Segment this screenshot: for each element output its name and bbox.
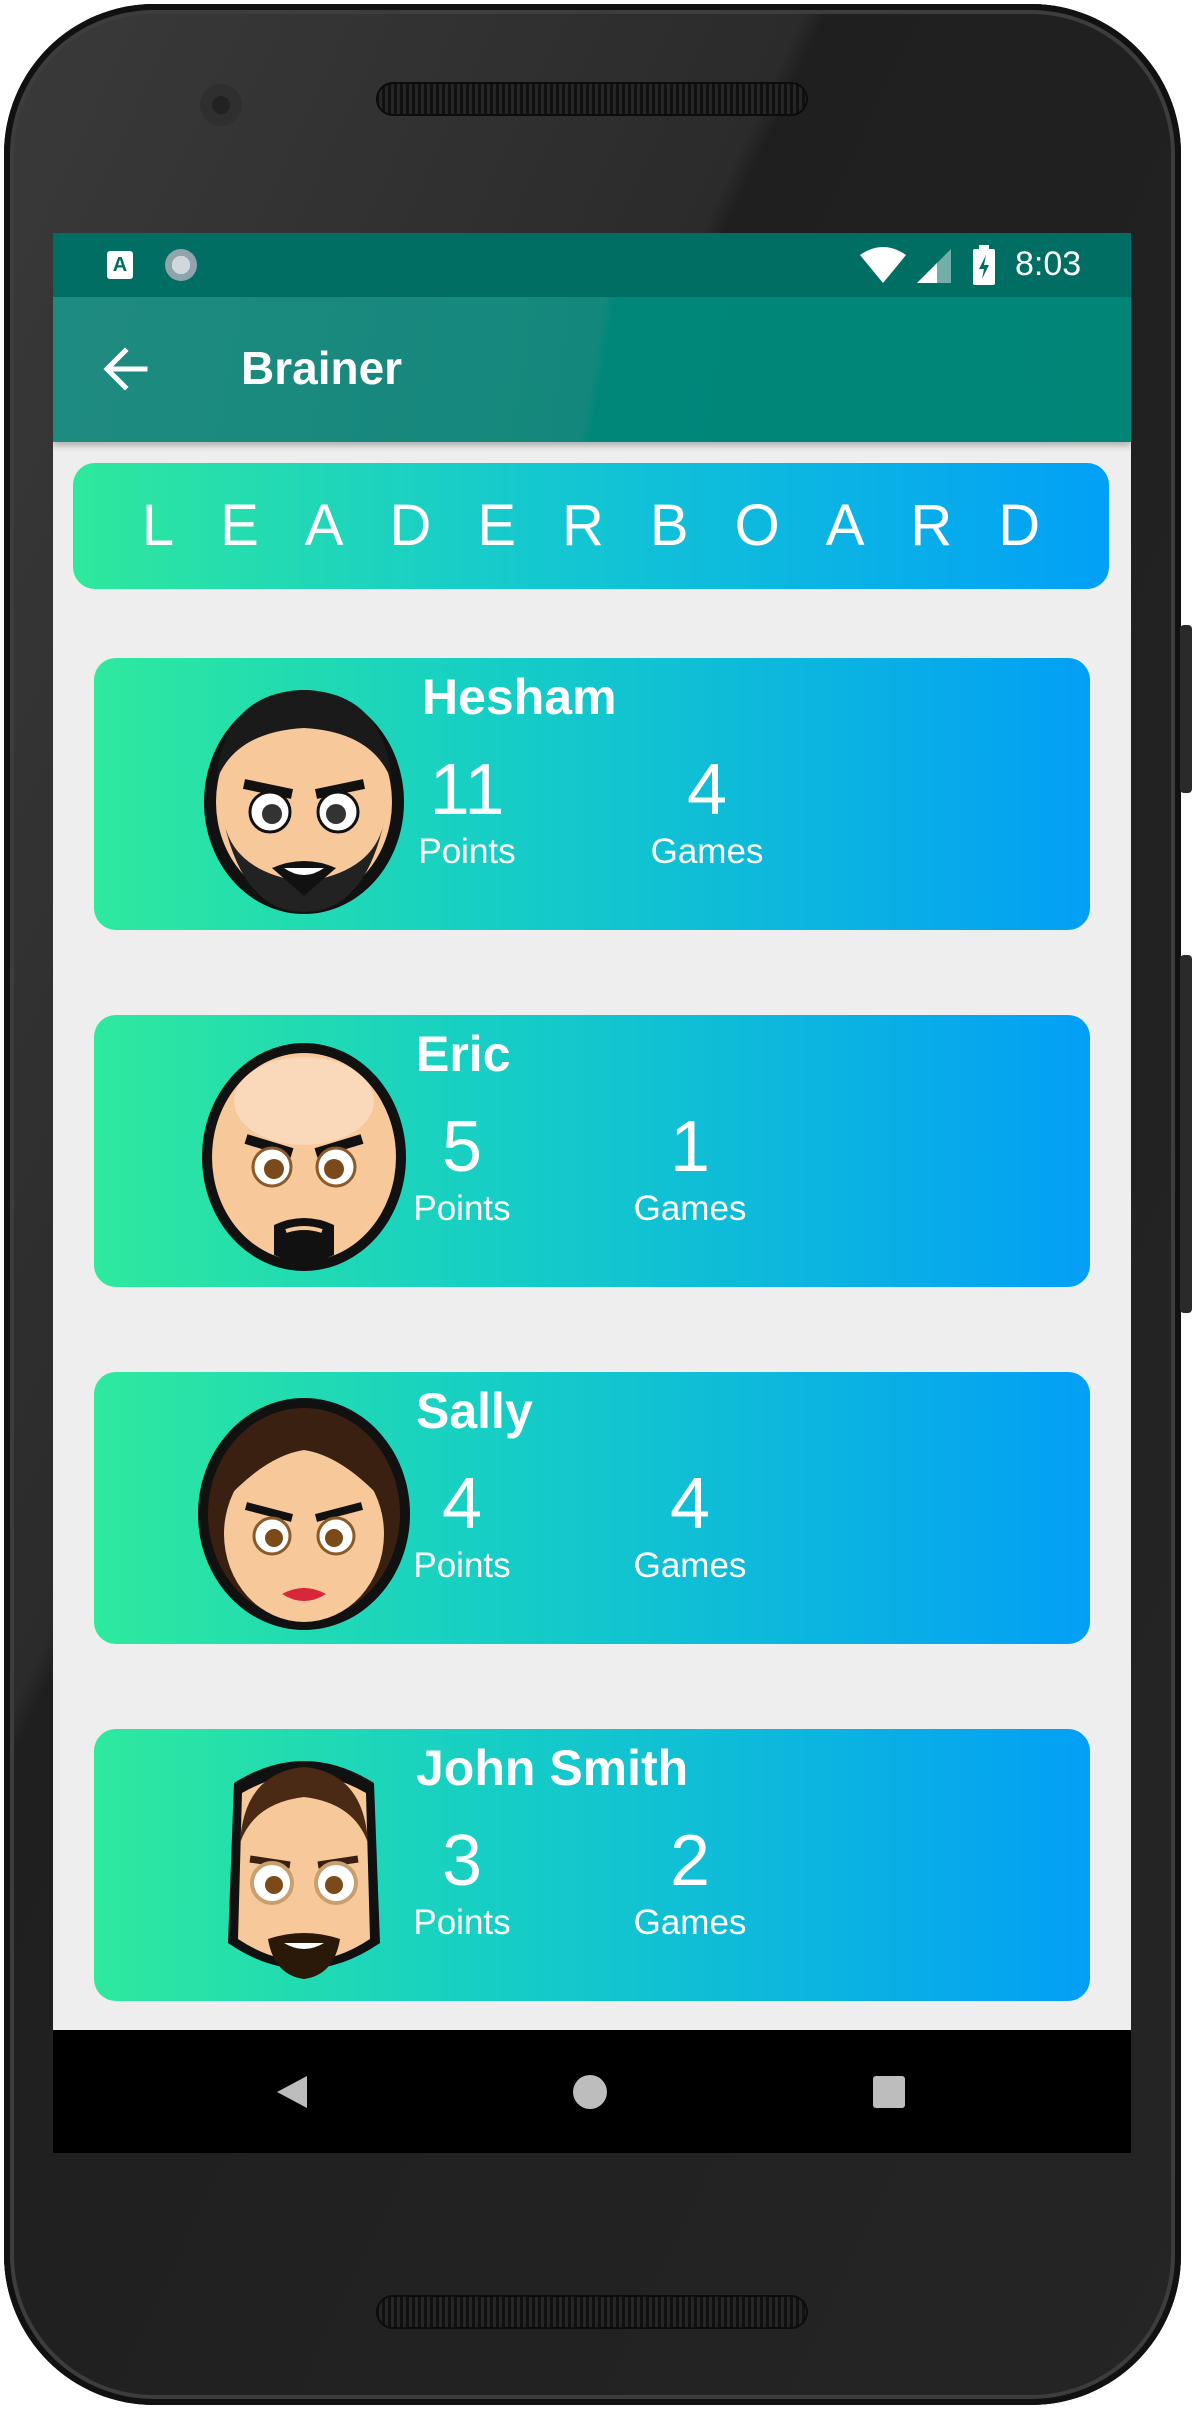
player-name: Eric: [416, 1026, 511, 1082]
screen: A 8:03 Brainer LEADERBOARD Hesham 11 Poi…: [53, 233, 1131, 2153]
points-value: 5: [441, 1107, 483, 1187]
woman-avatar-icon: [198, 1398, 410, 1630]
bald-man-avatar-icon: [202, 1043, 406, 1271]
navigation-bar: [53, 2030, 1131, 2153]
bottom-speaker: [376, 2295, 808, 2329]
games-value: 1: [669, 1107, 711, 1187]
points-stat: 4 Points: [412, 1464, 512, 1588]
bearded-man-avatar-icon: [204, 690, 404, 914]
player-card-hesham[interactable]: Hesham 11 Points 4 Games: [94, 658, 1090, 930]
app-bar: Brainer: [53, 297, 1131, 442]
games-value: 4: [686, 750, 728, 830]
games-label: Games: [633, 1189, 747, 1228]
games-stat: 4 Games: [632, 750, 782, 874]
volume-button: [1180, 955, 1192, 1313]
nav-back-icon[interactable]: [275, 2074, 309, 2110]
games-stat: 2 Games: [620, 1821, 760, 1945]
leaderboard-banner: LEADERBOARD: [73, 463, 1109, 589]
points-stat: 11 Points: [412, 750, 522, 874]
games-stat: 1 Games: [620, 1107, 760, 1231]
points-label: Points: [413, 1189, 511, 1228]
status-time: 8:03: [1015, 245, 1082, 283]
notification-a-icon: A: [107, 251, 133, 279]
games-label: Games: [633, 1903, 747, 1942]
signal-icon: [917, 249, 951, 283]
notification-sync-icon: [165, 249, 197, 281]
player-card-john-smith[interactable]: John Smith 3 Points 2 Games: [94, 1729, 1090, 2001]
games-label: Games: [650, 832, 764, 871]
front-camera: [200, 84, 242, 126]
back-arrow-icon[interactable]: [99, 343, 151, 395]
player-card-eric[interactable]: Eric 5 Points 1 Games: [94, 1015, 1090, 1287]
player-card-sally[interactable]: Sally 4 Points 4 Games: [94, 1372, 1090, 1644]
nav-home-icon[interactable]: [572, 2074, 608, 2110]
points-label: Points: [413, 1546, 511, 1585]
app-title: Brainer: [241, 342, 403, 394]
earpiece-speaker: [376, 82, 808, 116]
player-name: John Smith: [416, 1740, 689, 1796]
points-label: Points: [418, 832, 516, 871]
points-value: 4: [441, 1464, 483, 1544]
points-stat: 3 Points: [412, 1821, 512, 1945]
wifi-icon: [860, 247, 906, 283]
player-name: Sally: [416, 1383, 533, 1439]
points-value: 11: [429, 750, 505, 830]
games-value: 4: [669, 1464, 711, 1544]
points-label: Points: [413, 1903, 511, 1942]
points-value: 3: [441, 1821, 483, 1901]
games-stat: 4 Games: [620, 1464, 760, 1588]
nav-recents-icon[interactable]: [873, 2076, 905, 2108]
battery-charging-icon: [973, 245, 995, 285]
games-value: 2: [669, 1821, 711, 1901]
games-label: Games: [633, 1546, 747, 1585]
points-stat: 5 Points: [412, 1107, 512, 1231]
status-bar: A 8:03: [53, 233, 1131, 297]
player-name: Hesham: [422, 669, 617, 725]
man-glasses-avatar-icon: [228, 1761, 380, 1979]
power-button: [1180, 625, 1192, 793]
